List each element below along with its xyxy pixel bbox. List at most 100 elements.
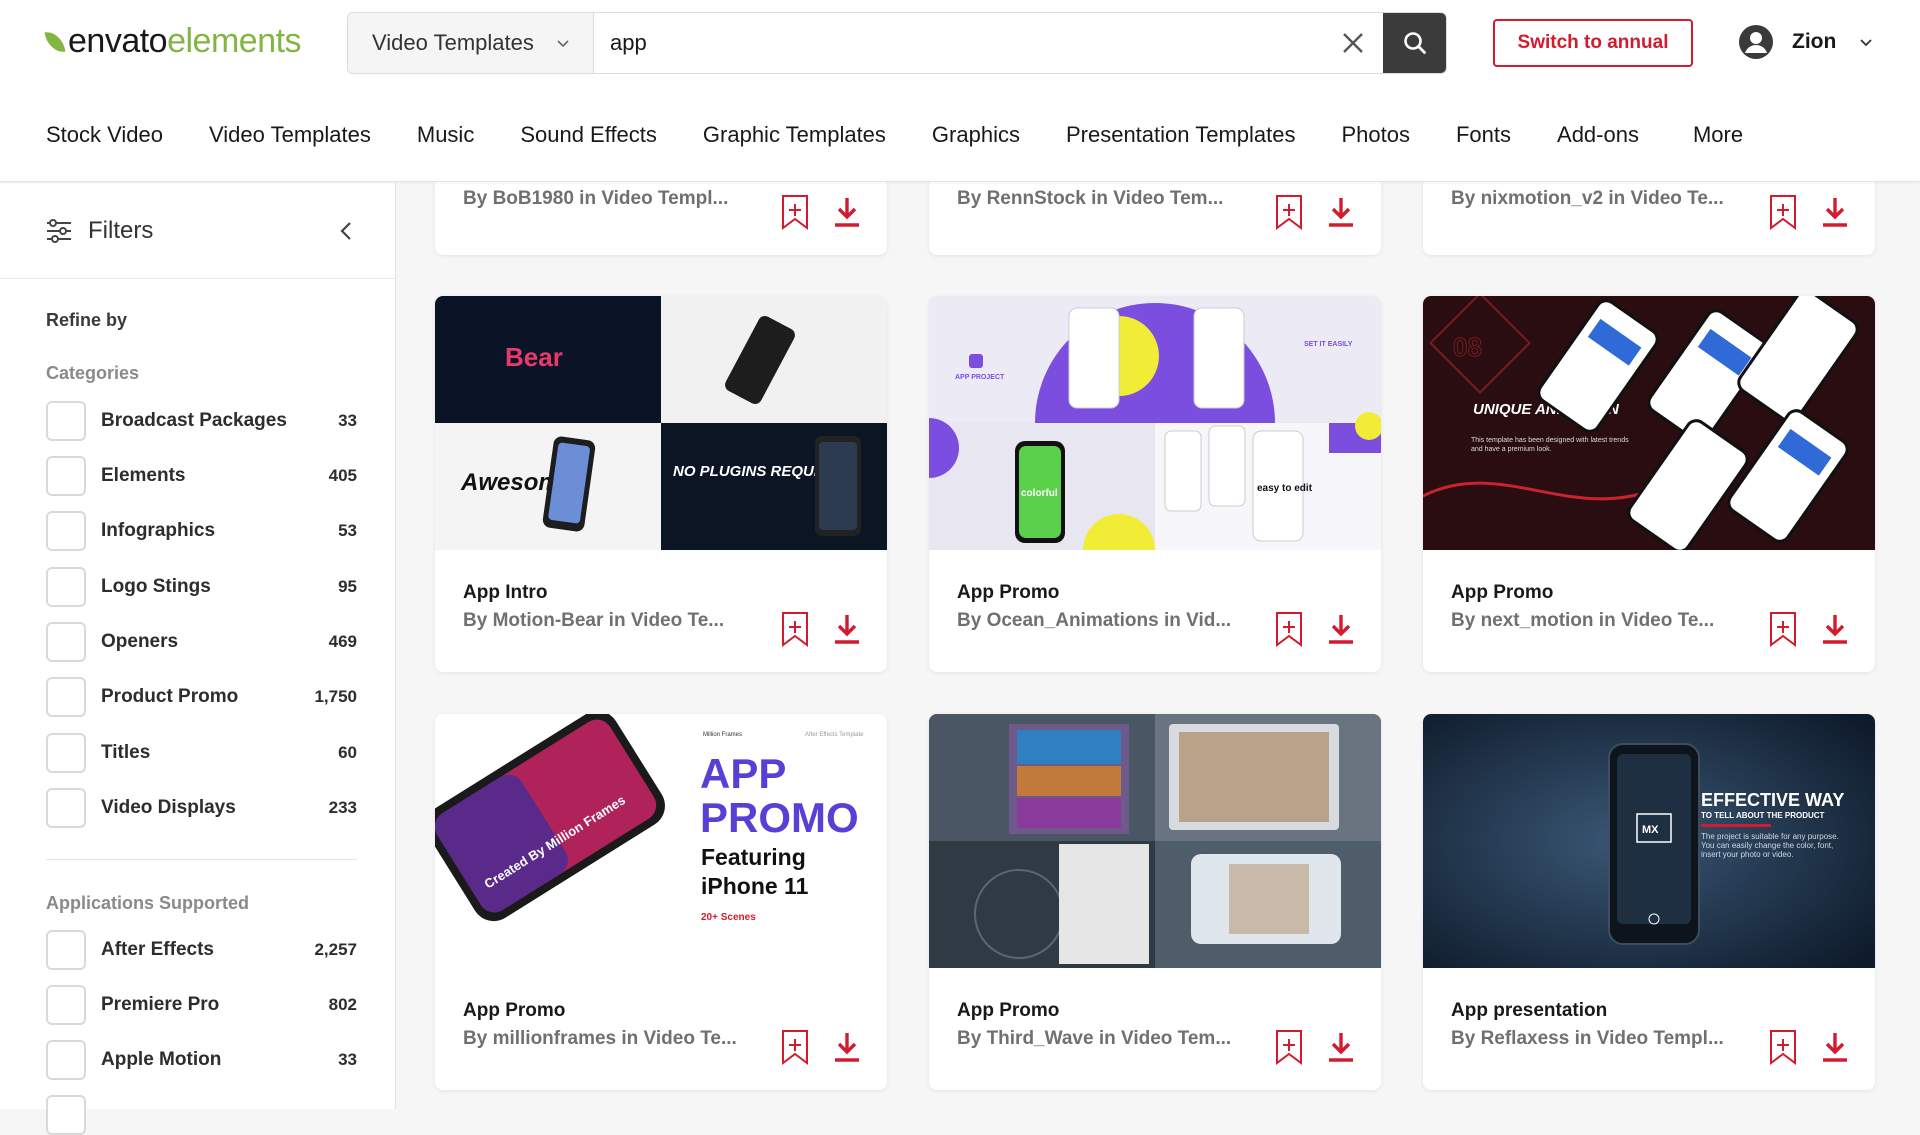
checkbox[interactable] [46,788,86,828]
item-title[interactable]: App Intro [463,582,547,604]
nav-stock-video[interactable]: Stock Video [46,122,163,148]
thumb-text: APP PROJECT [955,374,1005,381]
item-card[interactable]: Bear Awesome NO PLUGINS REQUIRED App Int… [435,296,887,672]
checkbox[interactable] [46,622,86,662]
nav-sound-effects[interactable]: Sound Effects [520,122,657,148]
chevron-down-icon [557,40,569,48]
nav-add-ons[interactable]: Add-ons [1557,122,1639,148]
item-thumbnail[interactable]: 08 UNIQUE ANIMATION This template has be… [1423,296,1875,550]
envato-elements-logo[interactable]: envato elements [44,22,302,61]
filter-logo-stings[interactable]: Logo Stings 95 [46,567,357,607]
search-button[interactable] [1383,13,1446,73]
checkbox[interactable] [46,985,86,1025]
bookmark-add-icon[interactable] [1769,611,1797,647]
item-title[interactable]: App Promo [1451,582,1553,604]
chevron-left-icon[interactable] [337,221,355,241]
download-icon[interactable] [1327,196,1355,228]
filter-infographics[interactable]: Infographics 53 [46,511,357,551]
filter-apple-motion[interactable]: Apple Motion 33 [46,1040,357,1080]
categories-heading: Categories [46,363,140,383]
item-card[interactable]: App Promo By Third_Wave in Video Tem... [929,714,1381,1090]
filter-titles[interactable]: Titles 60 [46,733,357,773]
search-input[interactable] [594,13,1323,73]
nav-graphics[interactable]: Graphics [932,122,1020,148]
nav-more[interactable]: More [1693,122,1743,148]
filter-openers[interactable]: Openers 469 [46,622,357,662]
nav-music[interactable]: Music [417,122,474,148]
checkbox[interactable] [46,1095,86,1135]
item-card[interactable]: MX EFFECTIVE WAY TO TELL ABOUT THE PRODU… [1423,714,1875,1090]
bookmark-add-icon[interactable] [1769,194,1797,230]
item-author[interactable]: By RennStock in Video Tem... [957,188,1223,210]
nav-presentation-templates[interactable]: Presentation Templates [1066,122,1296,148]
item-title[interactable]: App Promo [463,1000,565,1022]
item-author[interactable]: By Reflaxess in Video Templ... [1451,1028,1724,1050]
item-card[interactable]: 08 UNIQUE ANIMATION This template has be… [1423,296,1875,672]
item-card[interactable]: APP PROJECT SET IT EASILY colorful easy … [929,296,1381,672]
item-thumbnail[interactable] [929,714,1381,968]
item-card[interactable]: Created By Million Frames Million Frames… [435,714,887,1090]
item-thumbnail[interactable]: APP PROJECT SET IT EASILY colorful easy … [929,296,1381,550]
checkbox[interactable] [46,567,86,607]
checkbox[interactable] [46,930,86,970]
checkbox[interactable] [46,733,86,773]
download-icon[interactable] [833,1031,861,1063]
item-author[interactable]: By next_motion in Video Te... [1451,610,1714,632]
nav-photos[interactable]: Photos [1341,122,1410,148]
checkbox[interactable] [46,511,86,551]
bookmark-add-icon[interactable] [1275,194,1303,230]
nav-graphic-templates[interactable]: Graphic Templates [703,122,886,148]
filter-broadcast-packages[interactable]: Broadcast Packages 33 [46,401,357,441]
thumb-text: iPhone 11 [701,873,809,899]
bookmark-add-icon[interactable] [781,1029,809,1065]
search-scope-select[interactable]: Video Templates [348,13,594,73]
checkbox[interactable] [46,456,86,496]
thumb-text: easy to edit [1257,483,1313,494]
item-title[interactable]: App Promo [957,1000,1059,1022]
download-icon[interactable] [833,196,861,228]
download-icon[interactable] [1821,1031,1849,1063]
filters-title: Filters [88,216,154,244]
checkbox[interactable] [46,677,86,717]
item-thumbnail[interactable]: MX EFFECTIVE WAY TO TELL ABOUT THE PRODU… [1423,714,1875,968]
thumb-text: Featuring [701,844,806,870]
applications-heading: Applications Supported [46,893,250,913]
refine-by-heading: Refine by [46,310,128,330]
item-title[interactable]: App presentation [1451,1000,1607,1022]
download-icon[interactable] [1821,613,1849,645]
download-icon[interactable] [1327,1031,1355,1063]
download-icon[interactable] [1821,196,1849,228]
filter-premiere-pro[interactable]: Premiere Pro 802 [46,985,357,1025]
filter-product-promo[interactable]: Product Promo 1,750 [46,677,357,717]
close-icon [1343,33,1363,53]
checkbox[interactable] [46,401,86,441]
filter-partial[interactable] [46,1095,357,1135]
switch-to-annual-button[interactable]: Switch to annual [1493,19,1693,67]
nav-video-templates[interactable]: Video Templates [209,122,371,148]
bookmark-add-icon[interactable] [781,611,809,647]
search-scope-label: Video Templates [372,30,534,55]
download-icon[interactable] [1327,613,1355,645]
checkbox[interactable] [46,1040,86,1080]
item-author[interactable]: By nixmotion_v2 in Video Te... [1451,188,1724,210]
item-author[interactable]: By Ocean_Animations in Vid... [957,610,1231,632]
bookmark-add-icon[interactable] [1275,1029,1303,1065]
item-thumbnail[interactable]: Bear Awesome NO PLUGINS REQUIRED [435,296,887,550]
item-author[interactable]: By millionframes in Video Te... [463,1028,737,1050]
clear-search-button[interactable] [1323,13,1383,73]
download-icon[interactable] [833,613,861,645]
item-title[interactable]: App Promo [957,582,1059,604]
thumb-text: After Effects Template [805,732,864,738]
item-author[interactable]: By BoB1980 in Video Templ... [463,188,728,210]
item-author[interactable]: By Third_Wave in Video Tem... [957,1028,1231,1050]
item-thumbnail[interactable]: Created By Million Frames Million Frames… [435,714,887,968]
filter-elements[interactable]: Elements 405 [46,456,357,496]
bookmark-add-icon[interactable] [1769,1029,1797,1065]
item-author[interactable]: By Motion-Bear in Video Te... [463,610,724,632]
bookmark-add-icon[interactable] [1275,611,1303,647]
user-menu[interactable]: Zion [1738,24,1874,60]
bookmark-add-icon[interactable] [781,194,809,230]
filter-after-effects[interactable]: After Effects 2,257 [46,930,357,970]
filter-video-displays[interactable]: Video Displays 233 [46,788,357,828]
nav-fonts[interactable]: Fonts [1456,122,1511,148]
